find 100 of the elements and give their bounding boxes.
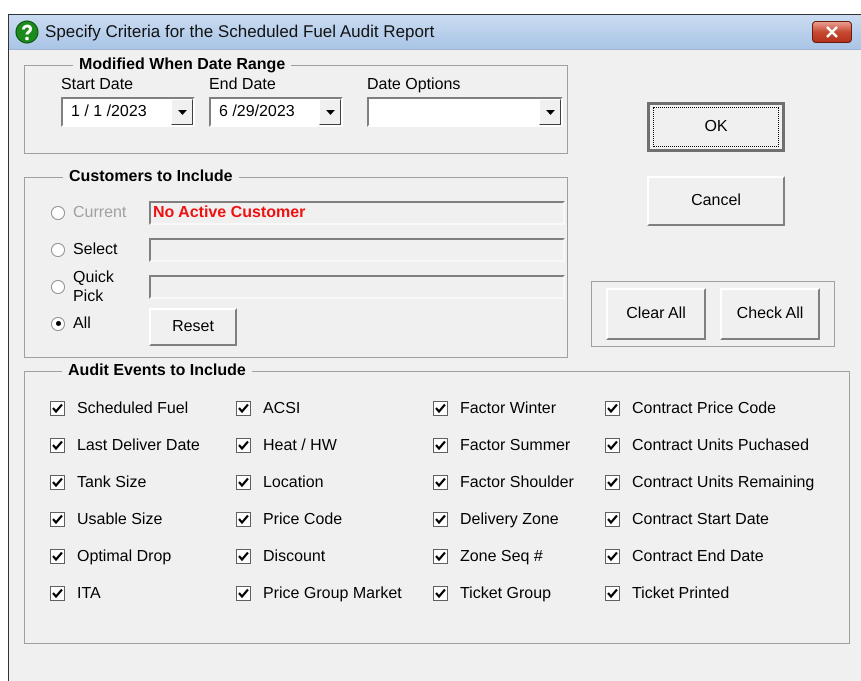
close-button[interactable] — [812, 21, 852, 43]
close-icon — [825, 26, 839, 38]
check-icon — [435, 551, 446, 562]
group-title: Audit Events to Include — [67, 362, 247, 380]
checkbox-label: Heat / HW — [263, 436, 337, 454]
checkbox-label: Zone Seq # — [460, 548, 543, 566]
checkbox-label: Discount — [263, 548, 326, 566]
check-icon — [607, 551, 618, 562]
window-title: Specify Criteria for the Scheduled Fuel Audit Report — [45, 22, 434, 42]
check-icon — [607, 477, 618, 488]
checkbox[interactable] — [433, 512, 448, 527]
dropdown-button[interactable] — [171, 99, 193, 125]
checkbox[interactable] — [236, 475, 251, 490]
check-icon — [52, 477, 63, 488]
check-icon — [435, 440, 446, 451]
check-icon — [52, 551, 63, 562]
checkbox-label: Contract Units Puchased — [632, 436, 809, 454]
ok-button[interactable]: OK — [647, 102, 785, 152]
option-label: Quick Pick — [73, 268, 115, 306]
check-icon — [52, 588, 63, 599]
checkbox[interactable] — [605, 586, 620, 601]
checkbox[interactable] — [50, 512, 65, 527]
checkbox-label: Ticket Group — [460, 584, 551, 602]
checkbox-label: Factor Shoulder — [460, 474, 574, 492]
checkbox-label: Price Group Market — [263, 584, 402, 602]
field-label: Date Options — [367, 76, 462, 94]
field-label: Start Date — [61, 76, 134, 94]
reset-button[interactable]: Reset — [149, 308, 237, 346]
checkbox[interactable] — [50, 401, 65, 416]
checkbox[interactable] — [50, 586, 65, 601]
dropdown-button[interactable] — [319, 99, 341, 125]
checkbox-label: ITA — [77, 584, 101, 602]
checkbox-label: Contract Start Date — [632, 510, 769, 528]
checkbox-label: Contract Price Code — [632, 400, 776, 418]
option-label: All — [73, 314, 92, 333]
checkbox[interactable] — [236, 512, 251, 527]
date-picker[interactable]: 1 / 1 /2023 — [61, 97, 195, 127]
checkbox[interactable] — [605, 475, 620, 490]
toggle-all-button[interactable]: Clear All — [606, 288, 706, 340]
check-icon — [607, 588, 618, 599]
checkbox-label: Factor Winter — [460, 400, 556, 418]
dropdown-button[interactable] — [539, 99, 561, 125]
checkbox[interactable] — [433, 475, 448, 490]
check-icon — [238, 588, 249, 599]
checkbox-label: ACSI — [263, 400, 300, 418]
checkbox[interactable] — [236, 549, 251, 564]
checkbox[interactable] — [236, 586, 251, 601]
checkbox-label: Last Deliver Date — [77, 436, 200, 454]
caret-icon — [546, 110, 554, 114]
check-icon — [52, 440, 63, 451]
help-icon — [15, 20, 39, 44]
cancel-button[interactable]: Cancel — [647, 176, 785, 226]
checkbox[interactable] — [605, 401, 620, 416]
checkbox-label: Location — [263, 474, 324, 492]
checkbox[interactable] — [50, 475, 65, 490]
check-icon — [238, 514, 249, 525]
check-icon — [607, 440, 618, 451]
checkbox-label: Usable Size — [77, 510, 162, 528]
group-title: Modified When Date Range — [78, 56, 286, 74]
check-icon — [238, 440, 249, 451]
toggle-all-button[interactable]: Check All — [720, 288, 820, 340]
check-icon — [607, 403, 618, 414]
check-icon — [435, 588, 446, 599]
checkbox[interactable] — [433, 586, 448, 601]
checkbox[interactable] — [433, 549, 448, 564]
checkbox-label: Ticket Printed — [632, 584, 730, 602]
checkbox[interactable] — [50, 549, 65, 564]
checkbox-label: Contract Units Remaining — [632, 474, 814, 492]
checkbox[interactable] — [236, 438, 251, 453]
option-label: Current — [73, 203, 128, 222]
checkbox-label: Optimal Drop — [77, 548, 172, 566]
text-field[interactable] — [149, 238, 565, 262]
group-title: Customers to Include — [68, 168, 234, 186]
radio-button[interactable] — [51, 316, 65, 330]
field-label: End Date — [209, 76, 277, 94]
checkbox[interactable] — [50, 438, 65, 453]
checkbox[interactable] — [236, 401, 251, 416]
checkbox-label: Factor Summer — [460, 436, 570, 454]
check-icon — [607, 514, 618, 525]
option-label: Select — [73, 240, 118, 259]
checkbox[interactable] — [605, 512, 620, 527]
checkbox-label: Scheduled Fuel — [77, 400, 188, 418]
dropdown[interactable] — [367, 97, 563, 127]
check-icon — [435, 477, 446, 488]
text-field[interactable] — [149, 274, 565, 298]
radio-button[interactable] — [51, 242, 65, 256]
checkbox-label: Tank Size — [77, 474, 146, 492]
check-icon — [52, 514, 63, 525]
check-icon — [435, 403, 446, 414]
radio-button[interactable] — [51, 280, 65, 294]
checkbox[interactable] — [433, 438, 448, 453]
check-icon — [238, 403, 249, 414]
checkbox[interactable] — [433, 401, 448, 416]
date-picker[interactable]: 6 /29/2023 — [209, 97, 343, 127]
caret-icon — [326, 110, 334, 114]
check-icon — [52, 403, 63, 414]
check-icon — [238, 477, 249, 488]
checkbox[interactable] — [605, 438, 620, 453]
check-icon — [238, 551, 249, 562]
checkbox[interactable] — [605, 549, 620, 564]
